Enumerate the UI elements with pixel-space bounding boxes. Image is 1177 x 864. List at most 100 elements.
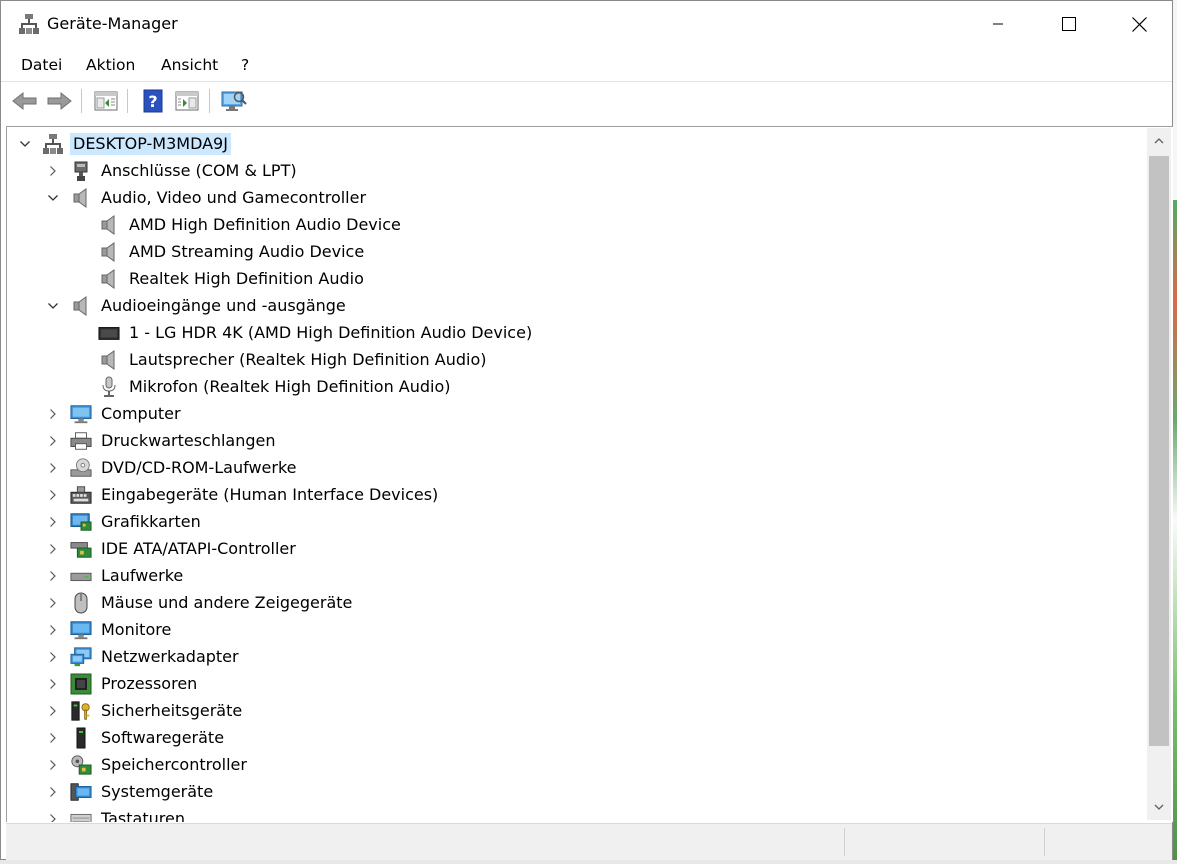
chevron-right-icon [50, 543, 56, 554]
tree-node-label: Speichercontroller [101, 754, 247, 774]
tree-expander[interactable] [45, 784, 61, 800]
maximize-button[interactable] [1034, 1, 1104, 47]
tree-node[interactable]: Mikrofon (Realtek High Definition Audio) [73, 373, 454, 400]
menu-ansicht[interactable]: Ansicht [161, 56, 218, 74]
speaker-icon [70, 295, 92, 317]
tree-expander[interactable] [45, 595, 61, 611]
toolbar-separator [127, 89, 128, 113]
tree-node-label: AMD High Definition Audio Device [129, 214, 401, 234]
tree-expander[interactable] [17, 136, 33, 152]
tree-node[interactable]: Eingabegeräte (Human Interface Devices) [45, 481, 441, 508]
status-bar [6, 823, 1172, 860]
forward-button[interactable] [45, 87, 73, 115]
menu-datei[interactable]: Datei [21, 56, 62, 74]
tree-node[interactable]: Audio, Video und Gamecontroller [45, 184, 369, 211]
close-icon [1131, 16, 1147, 32]
back-button[interactable] [11, 87, 39, 115]
tree-node[interactable]: AMD Streaming Audio Device [73, 238, 367, 265]
processor-icon [70, 673, 92, 695]
tree-node[interactable]: Softwaregeräte [45, 724, 227, 751]
tree-node[interactable]: Lautsprecher (Realtek High Definition Au… [73, 346, 489, 373]
title-bar[interactable]: Geräte-Manager [1, 1, 1172, 47]
tree-node-label: Anschlüsse (COM & LPT) [101, 160, 297, 180]
minimize-button[interactable] [963, 1, 1033, 47]
tree-node[interactable]: Realtek High Definition Audio [73, 265, 367, 292]
tree-node[interactable]: 1 - LG HDR 4K (AMD High Definition Audio… [73, 319, 535, 346]
scroll-down-button[interactable] [1147, 794, 1171, 820]
disk-drive-icon [70, 565, 92, 587]
tree-expander[interactable] [45, 298, 61, 314]
chevron-right-icon [50, 435, 56, 446]
tree-expander[interactable] [45, 811, 61, 822]
console-tree-icon [94, 91, 118, 111]
speaker-icon [70, 187, 92, 209]
tree-expander[interactable] [45, 703, 61, 719]
tree-expander[interactable] [45, 649, 61, 665]
tree-node[interactable]: Speichercontroller [45, 751, 250, 778]
tree-expander[interactable] [45, 622, 61, 638]
tree-node[interactable]: Tastaturen [45, 805, 188, 822]
tree-node[interactable]: Sicherheitsgeräte [45, 697, 245, 724]
arrow-forward-icon [47, 91, 72, 111]
printer-icon [70, 430, 92, 452]
ide-controller-icon [70, 538, 92, 560]
tree-node[interactable]: Grafikkarten [45, 508, 204, 535]
tree-node[interactable]: Monitore [45, 616, 174, 643]
tree-expander[interactable] [45, 568, 61, 584]
chevron-down-icon [48, 194, 58, 201]
tree-node[interactable]: Laufwerke [45, 562, 186, 589]
scan-hardware-button[interactable] [220, 87, 248, 115]
tree-node[interactable]: Druckwarteschlangen [45, 427, 279, 454]
tree-expander[interactable] [45, 730, 61, 746]
speaker-icon [98, 268, 120, 290]
scroll-up-button[interactable] [1147, 128, 1171, 154]
tree-node[interactable]: Prozessoren [45, 670, 200, 697]
menu-aktion[interactable]: Aktion [86, 56, 135, 74]
computer-network-icon [42, 133, 64, 155]
tree-node-label: Lautsprecher (Realtek High Definition Au… [129, 349, 487, 369]
tree-expander[interactable] [45, 487, 61, 503]
tree-expander[interactable] [45, 190, 61, 206]
tree-node[interactable]: Anschlüsse (COM & LPT) [45, 157, 300, 184]
menu-help[interactable]: ? [241, 56, 249, 74]
tree-expander[interactable] [45, 514, 61, 530]
tree-node[interactable]: DESKTOP-M3MDA9J [17, 130, 231, 157]
device-tree-pane[interactable]: DESKTOP-M3MDA9J Anschlüsse (COM & LPT) Aud… [6, 126, 1173, 822]
tree-expander[interactable] [45, 406, 61, 422]
show-hide-console-tree-button[interactable] [92, 87, 120, 115]
tree-node[interactable]: Mäuse und andere Zeigegeräte [45, 589, 355, 616]
tree-node-label: Audio, Video und Gamecontroller [101, 187, 367, 207]
tree-node[interactable]: Audioeingänge und -ausgänge [45, 292, 349, 319]
chevron-down-icon [48, 302, 58, 309]
tree-node[interactable]: Systemgeräte [45, 778, 216, 805]
tree-node-label: DVD/CD-ROM-Laufwerke [101, 457, 297, 477]
device-manager-window: Geräte-Manager Datei Aktion Ansicht ? ? … [0, 0, 1173, 860]
tree-node-label: Audioeingänge und -ausgänge [101, 295, 346, 315]
tree-expander[interactable] [45, 163, 61, 179]
scrollbar-thumb[interactable] [1149, 156, 1169, 746]
tree-expander[interactable] [45, 433, 61, 449]
tree-node[interactable]: Computer [45, 400, 184, 427]
tree-node[interactable]: IDE ATA/ATAPI-Controller [45, 535, 299, 562]
mouse-icon [70, 592, 92, 614]
tree-expander[interactable] [45, 541, 61, 557]
tree-expander[interactable] [45, 676, 61, 692]
arrow-back-icon [12, 91, 37, 111]
window-title: Geräte-Manager [47, 14, 178, 33]
tree-node[interactable]: Netzwerkadapter [45, 643, 242, 670]
show-action-pane-button[interactable] [173, 87, 201, 115]
monitor-icon [70, 619, 92, 641]
action-pane-icon [175, 91, 199, 111]
chevron-right-icon [50, 813, 56, 822]
vertical-scrollbar[interactable] [1147, 128, 1171, 820]
help-button[interactable]: ? [139, 87, 167, 115]
tree-expander[interactable] [45, 757, 61, 773]
svg-text:?: ? [148, 92, 157, 111]
system-device-icon [70, 781, 92, 803]
tree-node[interactable]: AMD High Definition Audio Device [73, 211, 404, 238]
tree-expander[interactable] [45, 460, 61, 476]
tree-node[interactable]: DVD/CD-ROM-Laufwerke [45, 454, 300, 481]
security-device-icon [70, 700, 92, 722]
close-button[interactable] [1104, 1, 1174, 47]
speaker-icon [98, 214, 120, 236]
